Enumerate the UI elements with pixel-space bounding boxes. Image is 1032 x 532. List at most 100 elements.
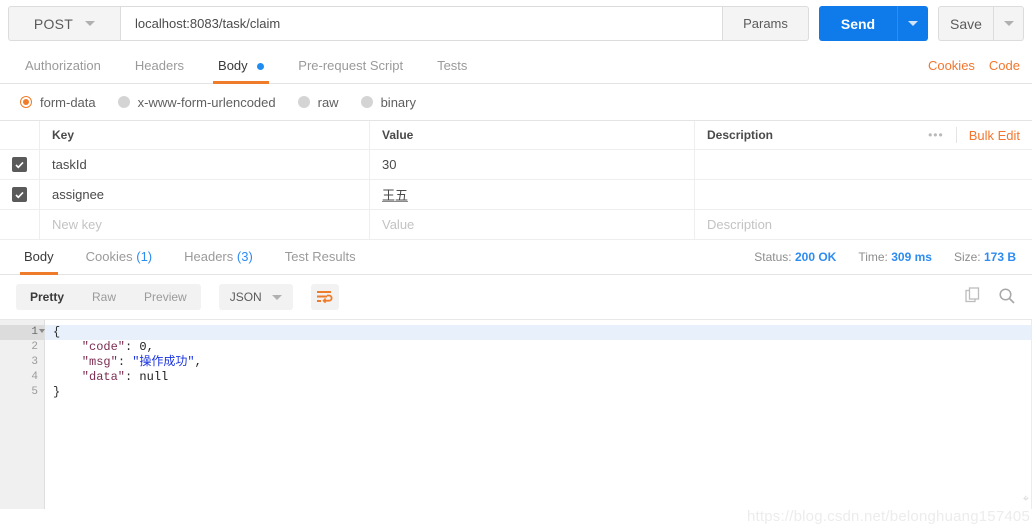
view-mode-preview[interactable]: Preview xyxy=(130,284,201,310)
row-description-cell[interactable] xyxy=(695,150,1032,179)
row-value-text: 30 xyxy=(382,157,397,172)
cookies-count: (1) xyxy=(136,249,153,264)
time-meta: Time: 309 ms xyxy=(858,250,932,264)
search-icon xyxy=(999,287,1015,304)
response-body-editor[interactable]: 1 2 3 4 5 { "code": 0, "msg": "操作成功", "d… xyxy=(0,319,1032,509)
response-toolbar: Pretty Raw Preview JSON xyxy=(0,275,1032,319)
row-value-cell[interactable]: 王五 xyxy=(370,180,695,209)
row-key-text: assignee xyxy=(52,187,105,202)
radio-raw[interactable]: raw xyxy=(297,94,339,110)
new-description-placeholder: Description xyxy=(707,217,773,232)
url-input[interactable]: localhost:8083/task/claim xyxy=(121,6,723,41)
header-description-label: Description xyxy=(707,128,774,142)
code-token: "操作成功" xyxy=(132,355,195,369)
tab-body[interactable]: Body xyxy=(201,48,281,84)
size-value: 173 B xyxy=(983,250,1016,264)
word-wrap-icon xyxy=(317,291,333,304)
line-number: 5 xyxy=(31,386,38,398)
header-key-cell: Key xyxy=(40,121,370,149)
divider xyxy=(955,127,957,143)
new-value-placeholder: Value xyxy=(382,217,415,232)
radio-form-data[interactable]: form-data xyxy=(20,95,96,110)
code-token: : xyxy=(125,370,140,384)
line-number: 3 xyxy=(31,356,38,368)
new-value-input[interactable]: Value xyxy=(370,210,695,239)
chevron-down-icon xyxy=(908,21,918,26)
more-options-icon[interactable]: ••• xyxy=(928,128,944,142)
cursor-icon: ⌖ xyxy=(1022,493,1029,505)
tab-authorization[interactable]: Authorization xyxy=(8,48,118,83)
radio-icon xyxy=(117,96,130,108)
radio-label: x-www-form-urlencoded xyxy=(137,94,276,110)
request-tabs: Authorization Headers Body Pre-request S… xyxy=(0,48,1032,84)
response-tab-label: Headers xyxy=(184,249,234,264)
row-key-cell[interactable]: assignee xyxy=(40,180,370,209)
row-checkbox[interactable] xyxy=(12,187,27,202)
editor-line-numbers: 1 2 3 4 5 xyxy=(0,320,45,509)
chevron-down-icon xyxy=(85,21,96,26)
chevron-down-icon xyxy=(271,294,282,300)
time-value: 309 ms xyxy=(891,250,932,264)
status-meta: Status: 200 OK xyxy=(754,250,836,264)
new-key-input[interactable]: New key xyxy=(40,210,370,239)
cookies-link[interactable]: Cookies xyxy=(928,58,975,73)
row-key-text: taskId xyxy=(52,157,87,172)
response-tab-headers[interactable]: Headers (3) xyxy=(168,240,269,274)
code-token: , xyxy=(194,355,202,369)
row-key-cell[interactable]: taskId xyxy=(40,150,370,179)
bulk-edit-link[interactable]: Bulk Edit xyxy=(969,128,1020,143)
code-line: "data": null xyxy=(45,370,1032,385)
response-tab-cookies[interactable]: Cookies (1) xyxy=(70,240,168,274)
search-button[interactable] xyxy=(998,287,1016,308)
new-description-input[interactable]: Description xyxy=(695,210,1032,239)
copy-button[interactable] xyxy=(965,287,982,307)
row-value-cell[interactable]: 30 xyxy=(370,150,695,179)
status-value: 200 OK xyxy=(794,250,837,264)
send-button[interactable]: Send xyxy=(819,6,897,41)
radio-icon xyxy=(297,96,310,108)
table-new-row: New key Value Description xyxy=(0,210,1032,240)
row-checkbox-cell xyxy=(0,150,40,179)
editor-content[interactable]: { "code": 0, "msg": "操作成功", "data": null… xyxy=(45,320,1032,509)
radio-label: form-data xyxy=(40,94,96,110)
header-value-label: Value xyxy=(382,128,414,142)
header-value-cell: Value xyxy=(370,121,695,149)
line-number: 2 xyxy=(31,341,38,353)
code-token: "data" xyxy=(53,370,126,384)
radio-label: binary xyxy=(380,94,416,110)
radio-icon xyxy=(360,96,373,108)
code-link[interactable]: Code xyxy=(989,58,1020,73)
tab-tests[interactable]: Tests xyxy=(420,48,484,83)
response-tab-test-results[interactable]: Test Results xyxy=(269,240,372,274)
tab-pre-request-script[interactable]: Pre-request Script xyxy=(281,48,420,83)
word-wrap-button[interactable] xyxy=(310,284,339,310)
row-value-text: 王五 xyxy=(382,188,409,203)
size-meta: Size: 173 B xyxy=(954,250,1016,264)
status-label: Status: xyxy=(754,250,792,264)
http-method-dropdown[interactable]: POST xyxy=(8,6,121,41)
save-button[interactable]: Save xyxy=(938,6,994,41)
radio-label: raw xyxy=(317,94,339,110)
header-description-cell: Description ••• Bulk Edit xyxy=(695,121,1032,149)
body-modified-dot-icon xyxy=(257,63,265,71)
tab-headers[interactable]: Headers xyxy=(118,48,201,83)
response-tab-label: Cookies xyxy=(85,249,133,264)
line-number: 4 xyxy=(31,371,38,383)
params-button[interactable]: Params xyxy=(723,6,809,41)
view-mode-raw[interactable]: Raw xyxy=(78,284,130,310)
radio-binary[interactable]: binary xyxy=(360,94,416,110)
save-options-button[interactable] xyxy=(994,6,1024,41)
radio-x-www-form-urlencoded[interactable]: x-www-form-urlencoded xyxy=(117,94,276,110)
response-format-dropdown[interactable]: JSON xyxy=(218,284,293,310)
row-checkbox[interactable] xyxy=(12,157,27,172)
row-description-cell[interactable] xyxy=(695,180,1032,209)
send-options-button[interactable] xyxy=(897,6,928,41)
tab-label: Authorization xyxy=(25,58,101,73)
code-token: 0 xyxy=(139,340,147,354)
view-mode-pretty[interactable]: Pretty xyxy=(16,284,78,310)
form-data-table: Key Value Description ••• Bulk Edit task… xyxy=(0,120,1032,240)
response-format-label: JSON xyxy=(229,290,262,304)
code-token: null xyxy=(139,370,169,384)
response-tab-body[interactable]: Body xyxy=(8,240,70,275)
table-row: assignee 王五 xyxy=(0,180,1032,210)
